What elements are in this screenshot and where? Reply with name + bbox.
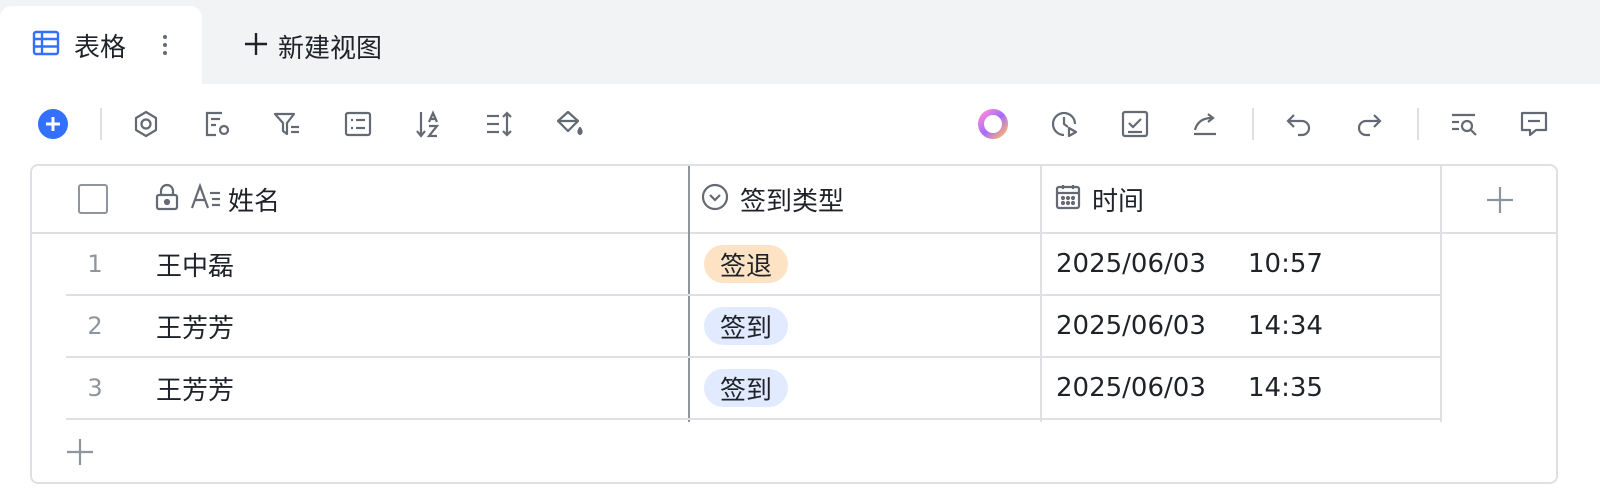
- new-view-label: 新建视图: [278, 33, 383, 64]
- add-row-icon[interactable]: [64, 436, 96, 468]
- view-tab-bar: 表格 新建视图: [0, 0, 1600, 84]
- fill-color-icon[interactable]: [552, 106, 588, 142]
- add-column-icon[interactable]: [1484, 184, 1516, 216]
- lock-icon: [154, 183, 180, 215]
- new-view-button[interactable]: 新建视图: [242, 26, 382, 66]
- name-cell[interactable]: 王芳芳: [156, 358, 234, 418]
- row-number: 2: [87, 312, 103, 340]
- check-task-icon[interactable]: [1117, 106, 1153, 142]
- filter-icon[interactable]: [269, 106, 305, 142]
- calendar-icon: [1054, 183, 1082, 215]
- time-cell[interactable]: 10:57: [1248, 234, 1323, 294]
- status-tag: 签退: [704, 245, 789, 283]
- more-vertical-icon[interactable]: [155, 30, 175, 60]
- undo-icon[interactable]: [1281, 106, 1317, 142]
- field-config-icon[interactable]: [199, 106, 235, 142]
- status-tag: 签到: [704, 369, 789, 407]
- toolbar-divider: [1252, 108, 1254, 140]
- comment-icon[interactable]: [1516, 106, 1552, 142]
- plus-icon: [242, 30, 270, 62]
- column-header-type[interactable]: 签到类型: [700, 166, 844, 232]
- select-all-checkbox[interactable]: [78, 184, 108, 214]
- column-header-label: 姓名: [228, 186, 281, 217]
- sort-icon[interactable]: [411, 106, 447, 142]
- table-row[interactable]: 1 王中磊 签退 2025/06/03 10:57: [66, 234, 1442, 296]
- text-field-icon: [190, 182, 222, 215]
- row-number: 1: [87, 250, 103, 278]
- tab-label: 表格: [74, 32, 127, 63]
- table-row[interactable]: 2 王芳芳 签到 2025/06/03 14:34: [66, 296, 1442, 358]
- status-tag: 签到: [704, 307, 789, 345]
- toolbar-divider: [1417, 108, 1419, 140]
- time-cell[interactable]: 14:35: [1248, 358, 1323, 418]
- date-cell[interactable]: 2025/06/03: [1056, 234, 1206, 294]
- row-number: 3: [87, 374, 103, 402]
- column-header-label: 时间: [1092, 186, 1145, 217]
- column-header-label: 签到类型: [740, 186, 845, 217]
- column-header-name[interactable]: 姓名: [154, 166, 280, 232]
- add-record-icon[interactable]: [35, 106, 71, 142]
- grid-table-icon: [32, 29, 60, 61]
- table-row[interactable]: 3 王芳芳 签到 2025/06/03 14:35: [66, 358, 1442, 420]
- name-cell[interactable]: 王芳芳: [156, 296, 234, 356]
- history-icon[interactable]: [1046, 106, 1082, 142]
- single-select-icon: [700, 182, 730, 216]
- date-cell[interactable]: 2025/06/03: [1056, 296, 1206, 356]
- table-header: 姓名 签到类型 时间: [32, 166, 1556, 422]
- name-cell[interactable]: 王中磊: [156, 234, 234, 294]
- tab-table-view[interactable]: 表格: [0, 6, 202, 84]
- search-icon[interactable]: [1446, 106, 1482, 142]
- toolbar: [0, 84, 1600, 164]
- share-icon[interactable]: [1187, 106, 1223, 142]
- toolbar-divider: [100, 108, 102, 140]
- group-icon[interactable]: [340, 106, 376, 142]
- time-cell[interactable]: 14:34: [1248, 296, 1323, 356]
- column-header-time[interactable]: 时间: [1054, 166, 1144, 232]
- date-cell[interactable]: 2025/06/03: [1056, 358, 1206, 418]
- row-height-icon[interactable]: [481, 106, 517, 142]
- settings-icon[interactable]: [128, 106, 164, 142]
- ai-assistant-icon[interactable]: [975, 106, 1011, 142]
- data-table: 姓名 签到类型 时间 1 王中磊 签退 2025/06/03 10:57 2 王…: [30, 164, 1558, 484]
- redo-icon[interactable]: [1351, 106, 1387, 142]
